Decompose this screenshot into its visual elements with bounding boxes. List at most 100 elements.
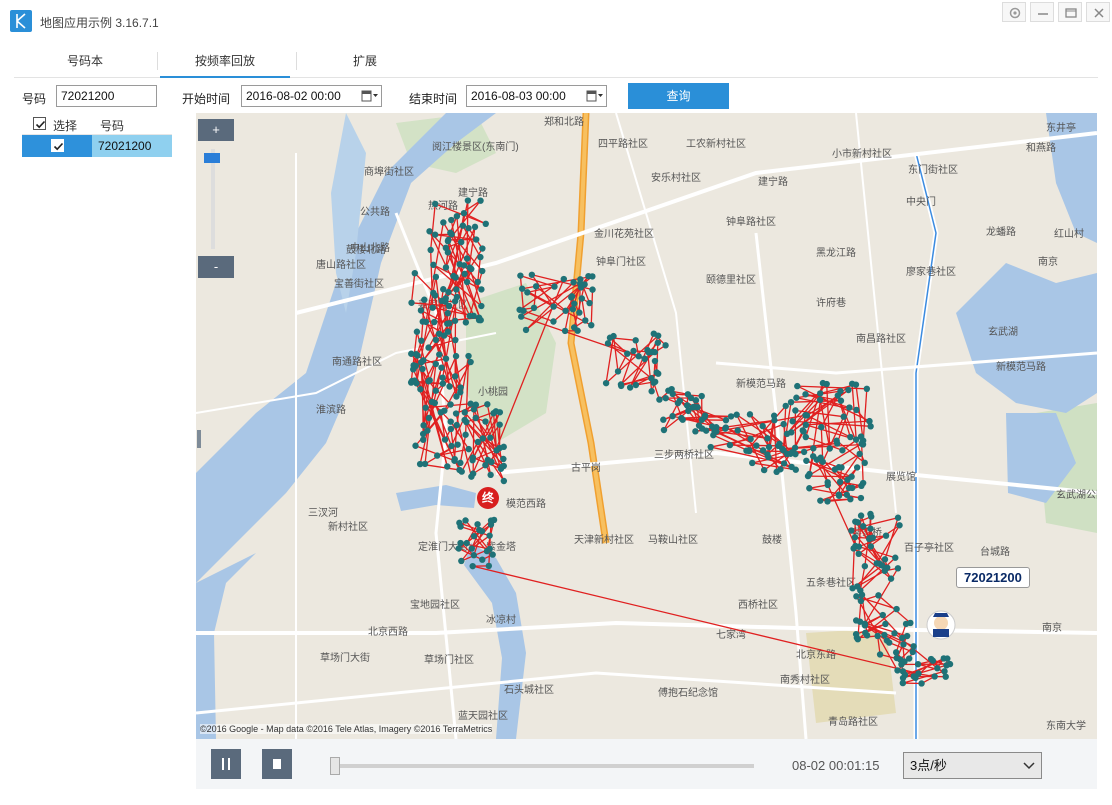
place-label: 商埠街社区: [364, 165, 414, 178]
track-point: [847, 433, 854, 441]
speed-value: 3点/秒: [910, 758, 947, 773]
map-view[interactable]: 郑和北路 阅江楼景区(东南门) 四平路社区 工农新村社区 东井亭 和燕路 小市新村社区 东门街…: [196, 113, 1097, 739]
track-point: [679, 416, 686, 423]
end-time-value: 2016-08-03 00:00: [471, 89, 566, 103]
track-point: [468, 473, 475, 480]
track-point: [434, 452, 441, 459]
tab-extension[interactable]: 扩展: [300, 48, 430, 78]
tab-frequency-replay[interactable]: 按频率回放: [160, 48, 290, 78]
track-point: [891, 630, 898, 637]
track-point: [734, 427, 741, 434]
track-point: [630, 347, 637, 355]
zoom-track[interactable]: [211, 149, 215, 249]
track-point: [474, 278, 481, 286]
playback-progress-handle[interactable]: [330, 757, 340, 775]
panel-collapse-handle[interactable]: [197, 430, 201, 448]
zoom-out-button[interactable]: -: [198, 256, 234, 278]
track-point: [432, 200, 439, 208]
tab-phonebook[interactable]: 号码本: [20, 48, 150, 78]
track-point: [881, 567, 888, 575]
track-point: [574, 327, 581, 334]
track-point: [500, 443, 507, 451]
place-label: 安乐村社区: [651, 171, 701, 184]
track-point: [479, 435, 486, 442]
track-point: [789, 418, 796, 425]
track-point: [493, 447, 500, 454]
end-marker[interactable]: 终: [477, 487, 499, 509]
place-label: 百子亭社区: [904, 541, 954, 554]
row-checkbox[interactable]: [51, 139, 64, 152]
track-point: [806, 485, 813, 492]
zoom-in-button[interactable]: +: [198, 119, 234, 141]
track-point: [520, 307, 527, 314]
calendar-dropdown-icon[interactable]: [361, 88, 379, 104]
checkmark-icon: [35, 120, 46, 129]
track-point: [437, 409, 445, 416]
end-time-picker[interactable]: 2016-08-03 00:00: [466, 85, 607, 107]
track-point: [651, 348, 659, 356]
track-point: [453, 421, 460, 429]
number-input[interactable]: 72021200: [56, 85, 157, 107]
place-label: 许府巷: [816, 296, 846, 309]
playback-progress-track[interactable]: [334, 764, 754, 768]
query-button[interactable]: 查询: [628, 83, 729, 109]
minimize-icon: [1038, 13, 1048, 15]
pause-button[interactable]: [211, 749, 241, 779]
track-point: [653, 369, 660, 376]
close-button[interactable]: [1086, 2, 1110, 22]
maximize-button[interactable]: [1058, 2, 1082, 22]
track-point: [854, 635, 862, 643]
track-point: [899, 634, 906, 642]
track-point: [431, 231, 439, 238]
track-point: [487, 471, 494, 479]
track-point: [477, 197, 484, 204]
track-point: [660, 416, 667, 423]
track-point: [632, 337, 639, 344]
list-item[interactable]: 72021200: [22, 135, 172, 157]
track-point: [883, 637, 891, 644]
place-label: 玄武湖公园: [1056, 488, 1097, 501]
track-point: [532, 283, 540, 290]
map-canvas[interactable]: 郑和北路阅江楼景区(东南门) 四平路社区 工农新村社区 东井亭和燕路 小市新村社区东门街…: [196, 113, 1097, 739]
calendar-dropdown-icon[interactable]: [586, 88, 604, 104]
track-point: [783, 430, 791, 438]
track-point: [894, 514, 902, 521]
start-time-value: 2016-08-02 00:00: [246, 89, 341, 103]
start-time-picker[interactable]: 2016-08-02 00:00: [241, 85, 382, 107]
vehicle-icon[interactable]: [926, 610, 956, 640]
select-all-checkbox[interactable]: [33, 117, 46, 130]
track-point: [849, 484, 856, 492]
track-point: [753, 442, 760, 449]
track-point: [857, 494, 865, 502]
track-point: [802, 433, 809, 441]
track-point: [452, 410, 460, 417]
settings-button[interactable]: [1002, 2, 1026, 22]
track-point: [446, 383, 453, 390]
track-point: [931, 673, 938, 680]
track-point: [867, 543, 875, 550]
track-point: [524, 289, 531, 296]
track-point: [451, 455, 458, 463]
track-point: [429, 304, 436, 311]
track-point: [882, 620, 889, 628]
track-point: [914, 660, 922, 668]
number-list: 选择 号码 72021200: [22, 113, 172, 789]
speed-select[interactable]: 3点/秒: [903, 752, 1042, 779]
track-point: [463, 278, 471, 286]
track-point: [927, 655, 935, 663]
track-point: [698, 392, 705, 400]
place-label: 淮滨路: [316, 403, 346, 416]
place-label: 中央门: [906, 195, 936, 208]
checkmark-icon: [53, 142, 64, 151]
track-point: [411, 377, 418, 384]
minimize-button[interactable]: [1030, 2, 1054, 22]
zoom-slider-handle[interactable]: [204, 153, 220, 163]
track-point: [452, 336, 459, 344]
track-point: [722, 417, 730, 424]
end-marker-label: 终: [482, 490, 495, 505]
stop-button[interactable]: [262, 749, 292, 779]
track-point: [439, 380, 447, 387]
track-point: [610, 332, 617, 340]
track-point: [892, 649, 900, 656]
track-point: [421, 460, 429, 468]
